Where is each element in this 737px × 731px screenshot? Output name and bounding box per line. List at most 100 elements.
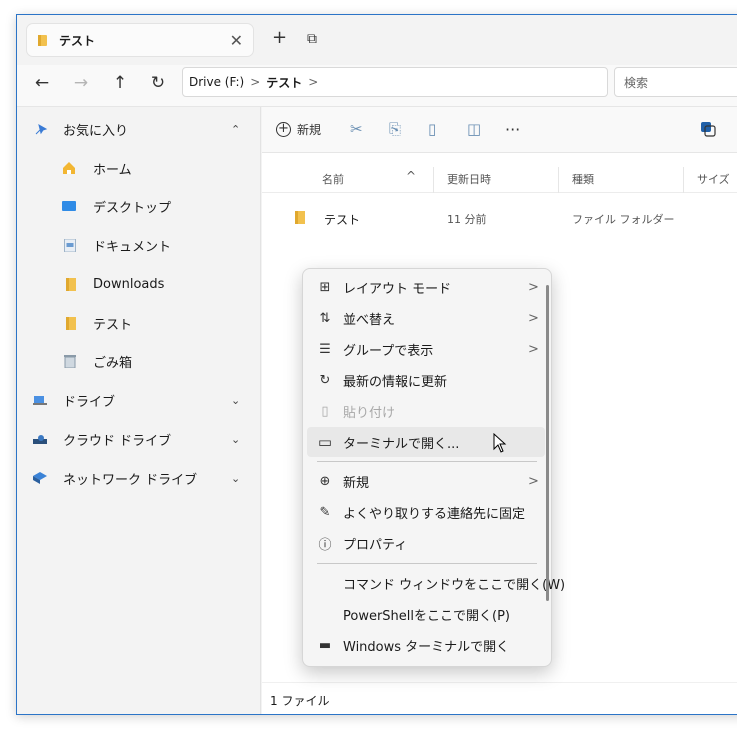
- breadcrumb-separator: >: [250, 75, 261, 89]
- chevron-right-icon: >: [528, 279, 539, 295]
- sidebar-item-drive[interactable]: ドライブ ⌄: [17, 385, 261, 415]
- breadcrumb-separator[interactable]: >: [308, 75, 318, 89]
- document-icon: [64, 238, 76, 252]
- context-menu: ⊞ レイアウト モード > ⇅ 並べ替え > ☰ グループで表示 > ↻ 最新の…: [302, 268, 565, 667]
- item-count: 1 ファイル: [270, 694, 330, 708]
- select-icon[interactable]: [700, 121, 716, 137]
- sidebar-item-network-drive[interactable]: ネットワーク ドライブ ⌄: [17, 463, 261, 493]
- column-header: 名前 ^ 更新日時 種類 サイズ: [262, 163, 737, 193]
- menu-separator: [317, 461, 537, 462]
- file-name: テスト: [324, 213, 361, 227]
- layout-icon: ⊞: [319, 279, 331, 295]
- chevron-right-icon: >: [528, 473, 539, 489]
- folder-icon: [295, 211, 305, 224]
- menu-item-label: コマンド ウィンドウをここで開く(W): [343, 577, 566, 593]
- menu-scrollbar[interactable]: [546, 285, 549, 601]
- menu-item-label: Windows ターミナルで開く: [343, 639, 510, 655]
- column-divider[interactable]: [683, 167, 684, 193]
- tab-bar: テスト ✕ + ⧉: [17, 15, 737, 65]
- menu-item-label: レイアウト モード: [343, 281, 452, 297]
- column-name[interactable]: 名前: [322, 171, 344, 187]
- pin-icon: [35, 123, 48, 135]
- column-divider[interactable]: [558, 167, 559, 193]
- column-size[interactable]: サイズ: [697, 171, 730, 187]
- chevron-up-icon[interactable]: ⌃: [231, 123, 240, 136]
- sidebar-item-label: ホーム: [93, 162, 132, 178]
- menu-item-sort[interactable]: ⇅ 並べ替え >: [307, 303, 545, 333]
- rename-icon[interactable]: ◫: [467, 120, 481, 138]
- sidebar-item-recycle-bin[interactable]: ごみ箱: [17, 346, 261, 376]
- menu-item-pin-to-quick-access[interactable]: ✎ よくやり取りする連絡先に固定: [307, 497, 545, 527]
- network-drive-icon: [33, 472, 47, 484]
- column-type[interactable]: 種類: [572, 171, 594, 187]
- menu-item-properties[interactable]: ⓘ プロパティ: [307, 528, 545, 558]
- breadcrumb-drive[interactable]: Drive (F:): [189, 75, 244, 89]
- address-row: ← → ↑ ↻ Drive (F:) > テスト > 検索: [17, 65, 737, 107]
- chevron-down-icon[interactable]: ⌄: [231, 433, 240, 446]
- menu-item-layout-mode[interactable]: ⊞ レイアウト モード >: [307, 272, 545, 302]
- sidebar-item-desktop[interactable]: デスクトップ: [17, 191, 261, 221]
- column-divider[interactable]: [433, 167, 434, 193]
- sidebar-item-documents[interactable]: ドキュメント: [17, 230, 261, 260]
- back-icon[interactable]: ←: [30, 73, 54, 93]
- menu-item-group-by[interactable]: ☰ グループで表示 >: [307, 334, 545, 364]
- chevron-down-icon[interactable]: ⌄: [231, 394, 240, 407]
- tab-test[interactable]: テスト ✕: [26, 23, 254, 57]
- cloud-drive-icon: [33, 435, 47, 444]
- menu-item-open-powershell[interactable]: PowerShellをここで開く(P): [307, 599, 545, 629]
- menu-item-open-windows-terminal[interactable]: ▬ Windows ターミナルで開く: [307, 630, 545, 660]
- up-icon[interactable]: ↑: [108, 73, 132, 93]
- sidebar-item-label: デスクトップ: [93, 200, 172, 216]
- new-button[interactable]: + 新規: [276, 121, 321, 138]
- windows-terminal-icon: ▬: [318, 637, 332, 653]
- menu-item-label: 貼り付け: [343, 405, 396, 421]
- sidebar-item-favorites[interactable]: お気に入り ⌃: [17, 114, 261, 144]
- close-tab-icon[interactable]: ✕: [230, 31, 243, 50]
- column-modified[interactable]: 更新日時: [447, 171, 491, 187]
- sidebar-item-label: ごみ箱: [93, 355, 133, 371]
- chevron-right-icon: >: [528, 341, 539, 357]
- menu-item-label: PowerShellをここで開く(P): [343, 608, 511, 624]
- sidebar-item-home[interactable]: ホーム: [17, 153, 261, 183]
- menu-item-new[interactable]: ⊕ 新規 >: [307, 466, 545, 496]
- new-button-label: 新規: [297, 123, 322, 137]
- duplicate-tab-icon[interactable]: ⧉: [307, 31, 317, 47]
- address-bar[interactable]: Drive (F:) > テスト >: [182, 67, 608, 97]
- sidebar-item-label: ネットワーク ドライブ: [63, 472, 198, 488]
- sidebar-item-downloads[interactable]: Downloads: [17, 269, 261, 299]
- chevron-down-icon[interactable]: ⌄: [231, 472, 240, 485]
- folder-icon: [66, 316, 76, 330]
- menu-item-refresh[interactable]: ↻ 最新の情報に更新: [307, 365, 545, 395]
- menu-item-open-command-window[interactable]: コマンド ウィンドウをここで開く(W): [307, 568, 565, 598]
- menu-item-label: ターミナルで開く...: [343, 436, 460, 452]
- new-tab-icon[interactable]: +: [272, 27, 287, 48]
- sidebar-item-label: テスト: [93, 317, 133, 333]
- menu-item-open-in-terminal[interactable]: ▭ ターミナルで開く...: [307, 427, 545, 457]
- menu-item-label: グループで表示: [343, 343, 434, 359]
- copy-icon[interactable]: ⎘: [389, 120, 401, 138]
- group-icon: ☰: [319, 341, 331, 357]
- paste-icon[interactable]: ▯: [428, 120, 436, 138]
- breadcrumb-test[interactable]: テスト: [266, 74, 302, 91]
- sidebar-item-label: お気に入り: [63, 123, 129, 139]
- paste-icon: ▯: [321, 403, 329, 419]
- cut-icon[interactable]: ✂: [350, 120, 363, 138]
- info-icon: ⓘ: [318, 537, 332, 553]
- sidebar-item-cloud-drive[interactable]: クラウド ドライブ ⌄: [17, 424, 261, 454]
- table-row[interactable]: テスト 11 分前 ファイル フォルダー: [270, 202, 737, 234]
- mouse-cursor-icon: [493, 433, 507, 453]
- forward-icon[interactable]: →: [69, 73, 93, 93]
- desktop-icon: [62, 201, 76, 211]
- more-options-icon[interactable]: ···: [505, 120, 520, 139]
- file-modified: 11 分前: [447, 213, 487, 226]
- menu-item-label: プロパティ: [343, 537, 408, 553]
- refresh-icon[interactable]: ↻: [146, 73, 170, 93]
- sidebar-item-test[interactable]: テスト: [17, 308, 261, 338]
- sort-ascending-icon[interactable]: ^: [406, 169, 416, 183]
- command-bar: + 新規 ✂ ⎘ ▯ ◫ ···: [262, 107, 737, 153]
- tab-label: テスト: [59, 33, 96, 48]
- menu-item-label: よくやり取りする連絡先に固定: [343, 506, 526, 522]
- search-input[interactable]: 検索: [614, 67, 737, 97]
- folder-icon: [38, 34, 47, 46]
- terminal-icon: ▭: [317, 433, 333, 451]
